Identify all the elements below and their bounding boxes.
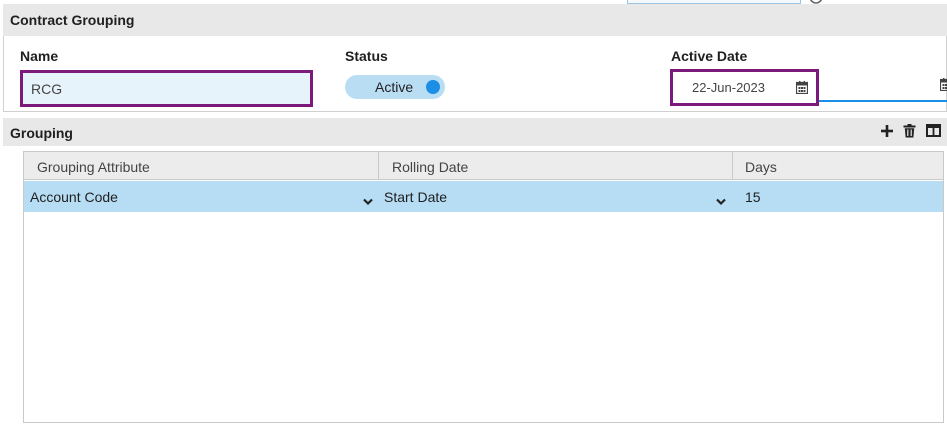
- grid-header: [24, 152, 943, 180]
- rolling-date-cell[interactable]: Start Date: [384, 189, 447, 205]
- column-header-days[interactable]: Days: [745, 159, 777, 175]
- column-separator[interactable]: [732, 152, 733, 180]
- status-toggle-text: Active: [375, 79, 414, 95]
- grouping-header: [3, 118, 947, 146]
- plus-icon[interactable]: [880, 124, 896, 140]
- date-field-underline: [819, 100, 947, 102]
- contract-grouping-title: Contract Grouping: [10, 12, 135, 28]
- name-input[interactable]: RCG: [20, 70, 313, 107]
- table-row[interactable]: [24, 181, 943, 212]
- toggle-knob: [426, 80, 440, 94]
- column-header-grouping-attribute[interactable]: Grouping Attribute: [37, 159, 150, 175]
- calendar-icon-partial[interactable]: [939, 78, 947, 96]
- chevron-down-icon[interactable]: [363, 193, 373, 206]
- chevron-down-icon[interactable]: [716, 193, 726, 206]
- contract-grouping-header: [3, 4, 947, 36]
- active-date-value: 22-Jun-2023: [692, 80, 765, 95]
- active-date-label: Active Date: [671, 48, 748, 64]
- status-toggle[interactable]: Active: [345, 75, 445, 99]
- status-label: Status: [345, 48, 388, 64]
- column-separator[interactable]: [378, 152, 379, 180]
- trash-icon[interactable]: [903, 124, 919, 140]
- active-date-input[interactable]: 22-Jun-2023: [670, 69, 819, 106]
- grouping-title: Grouping: [10, 125, 73, 141]
- calendar-icon[interactable]: [795, 81, 809, 99]
- grouping-attribute-cell[interactable]: Account Code: [30, 189, 118, 205]
- name-label: Name: [20, 48, 59, 64]
- columns-icon[interactable]: [926, 124, 942, 140]
- name-value: RCG: [31, 81, 63, 97]
- column-header-rolling-date[interactable]: Rolling Date: [392, 159, 468, 175]
- days-cell[interactable]: 15: [745, 189, 761, 205]
